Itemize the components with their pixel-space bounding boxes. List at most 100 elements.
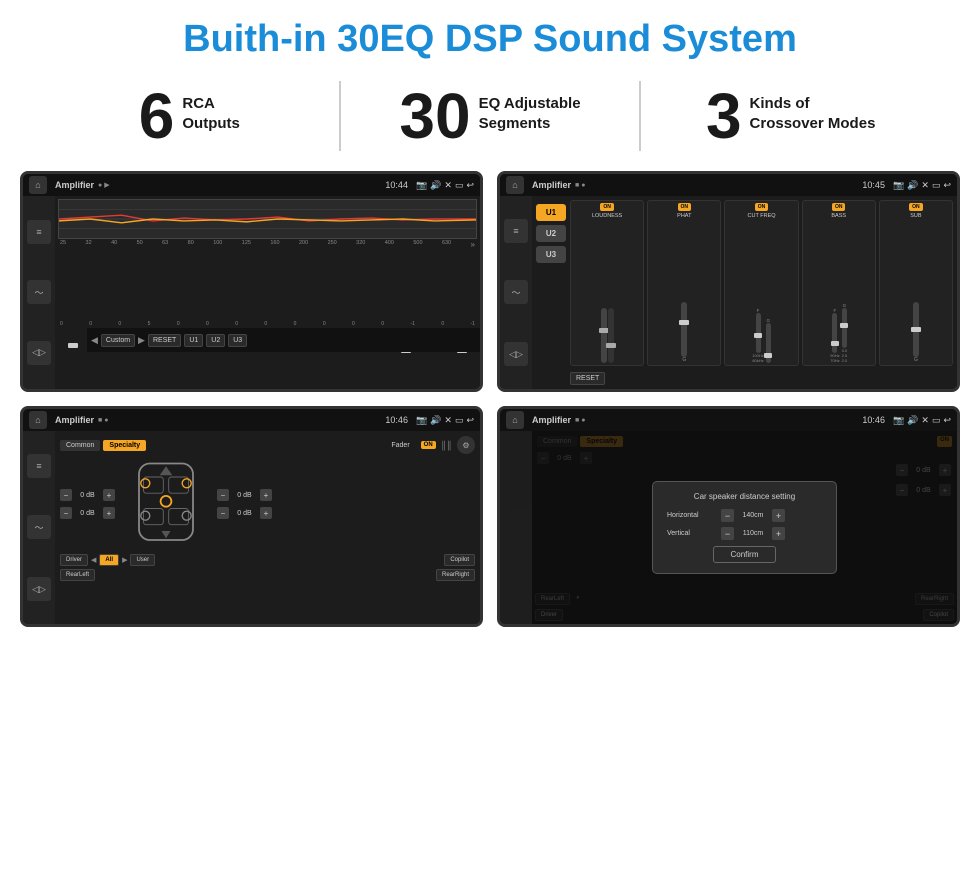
vol-fr-plus[interactable]: + [260,489,272,501]
cross-nav-2[interactable]: 〜 [27,515,51,539]
amp2-nav-2[interactable]: 〜 [504,280,528,304]
ctrl-bass: ON BASS F 90Hz 70Hz [802,200,876,366]
eq-left-nav: ≡ 〜 ◁▷ [23,196,55,389]
cutfreq-label: CUT FREQ [748,213,776,219]
stat-crossover-label: Kinds of Crossover Modes [750,84,876,133]
vertical-label: Vertical [667,530,717,537]
divider-1 [339,81,341,151]
sub-on[interactable]: ON [909,203,923,211]
ctrl-loudness: ON LOUDNESS [570,200,644,366]
dialog-screen: ⌂ Amplifier ■ ● 10:46 📷🔊✕▭↩ Common Speci… [500,409,957,624]
btn-copilot[interactable]: Copilot [444,554,475,566]
cross-nav-1[interactable]: ≡ [27,454,51,478]
fader-on[interactable]: ON [421,441,436,449]
horizontal-plus[interactable]: + [772,509,785,522]
eq-nav-vol[interactable]: ◁▷ [27,341,51,365]
cross-screen: ⌂ Amplifier ■ ● 10:46 📷🔊✕▭↩ ≡ 〜 ◁▷ [23,409,480,624]
amp2-preset-u3[interactable]: U3 [536,246,566,263]
ctrl-sub: ON SUB G [879,200,953,366]
eq-reset[interactable]: RESET [148,334,181,347]
vol-rr-plus[interactable]: + [260,507,272,519]
bass-label: BASS [831,213,846,219]
stat-crossover: 3 Kinds of Crossover Modes [661,84,920,148]
eq-nav-wave[interactable]: 〜 [27,280,51,304]
tab-common[interactable]: Common [60,440,100,451]
btn-driver[interactable]: Driver [60,554,88,566]
stat-eq: 30 EQ Adjustable Segments [361,84,620,148]
eq-u1[interactable]: U1 [184,334,203,347]
horizontal-value: 140cm [738,512,768,519]
vol-rl-minus[interactable]: − [60,507,72,519]
eq-freq-labels: 2532405063 80100125160200 25032040050063… [58,239,477,250]
eq-u2[interactable]: U2 [206,334,225,347]
vol-fr-minus[interactable]: − [217,489,229,501]
cutfreq-on[interactable]: ON [755,203,769,211]
dialog-box: Car speaker distance setting Horizontal … [652,481,837,574]
vertical-minus[interactable]: − [721,527,734,540]
eq-bottom-bar: ◀ Custom ▶ RESET U1 U2 U3 [87,328,480,352]
stat-crossover-number: 3 [706,84,742,148]
stat-rca-number: 6 [139,84,175,148]
eq-time: 10:44 [385,180,408,190]
divider-2 [639,81,641,151]
eq-prev[interactable]: ◀ [91,335,98,346]
stats-row: 6 RCA Outputs 30 EQ Adjustable Segments … [0,71,980,165]
amp2-nav-3[interactable]: ◁▷ [504,342,528,366]
eq-nav-eq[interactable]: ≡ [27,220,51,244]
vertical-value: 110cm [738,530,768,537]
phat-on[interactable]: ON [678,203,692,211]
cross-home-icon[interactable]: ⌂ [29,411,47,429]
btn-user[interactable]: User [130,554,155,566]
dialog-home-icon[interactable]: ⌂ [506,411,524,429]
cross-title: Amplifier [55,415,94,425]
eq-values: 00050 00000 00-10-1 [58,320,477,328]
amp2-reset[interactable]: RESET [570,372,605,385]
screens-grid: ⌂ Amplifier ● ▶ 10:44 📷🔊✕▭↩ ≡ 〜 ◁▷ [0,165,980,637]
home-icon[interactable]: ⌂ [29,176,47,194]
bass-on[interactable]: ON [832,203,846,211]
cross-screen-wrapper: ⌂ Amplifier ■ ● 10:46 📷🔊✕▭↩ ≡ 〜 ◁▷ [20,406,483,627]
vol-fl-plus[interactable]: + [103,489,115,501]
btn-rearright[interactable]: RearRight [436,569,475,581]
eq-sliders [58,250,477,320]
ctrl-cutfreq: ON CUT FREQ F 100Hz 80k [724,200,798,366]
stat-rca: 6 RCA Outputs [60,84,319,148]
vol-fl-minus[interactable]: − [60,489,72,501]
eq-status-icons: 📷🔊✕▭↩ [416,180,474,191]
amp2-screen-wrapper: ⌂ Amplifier ■ ● 10:45 📷🔊✕▭↩ ≡ 〜 ◁▷ [497,171,960,392]
loudness-on[interactable]: ON [600,203,614,211]
vol-fl-value: 0 dB [75,492,100,499]
amp2-preset-u1[interactable]: U1 [536,204,566,221]
vertical-row: Vertical − 110cm + [667,527,822,540]
phat-label: PHAT [677,213,691,219]
vol-rl: − 0 dB + [60,507,115,519]
eq-u3[interactable]: U3 [228,334,247,347]
vol-fr: − 0 dB + [217,489,272,501]
tab-specialty[interactable]: Specialty [103,440,146,451]
cross-nav-3[interactable]: ◁▷ [27,577,51,601]
settings-icon[interactable]: ⚙ [457,436,475,454]
vol-rr-value: 0 dB [232,510,257,517]
cross-time: 10:46 [385,415,408,425]
vol-rl-plus[interactable]: + [103,507,115,519]
amp2-title: Amplifier [532,180,571,190]
eq-title: Amplifier [55,180,94,190]
btn-rearleft[interactable]: RearLeft [60,569,95,581]
cross-status-bar: ⌂ Amplifier ■ ● 10:46 📷🔊✕▭↩ [23,409,480,431]
horizontal-minus[interactable]: − [721,509,734,522]
amp2-nav-1[interactable]: ≡ [504,219,528,243]
eq-next[interactable]: ▶ [138,335,145,346]
dialog-time: 10:46 [862,415,885,425]
ctrl-phat: ON PHAT G [647,200,721,366]
btn-all[interactable]: All [99,554,119,566]
amp2-time: 10:45 [862,180,885,190]
vertical-plus[interactable]: + [772,527,785,540]
confirm-button[interactable]: Confirm [713,546,775,563]
eq-preset-custom[interactable]: Custom [101,334,135,347]
amp2-home-icon[interactable]: ⌂ [506,176,524,194]
amp2-status-bar: ⌂ Amplifier ■ ● 10:45 📷🔊✕▭↩ [500,174,957,196]
dialog-overlay: Car speaker distance setting Horizontal … [532,431,957,624]
vol-rr-minus[interactable]: − [217,507,229,519]
horizontal-label: Horizontal [667,512,717,519]
amp2-preset-u2[interactable]: U2 [536,225,566,242]
